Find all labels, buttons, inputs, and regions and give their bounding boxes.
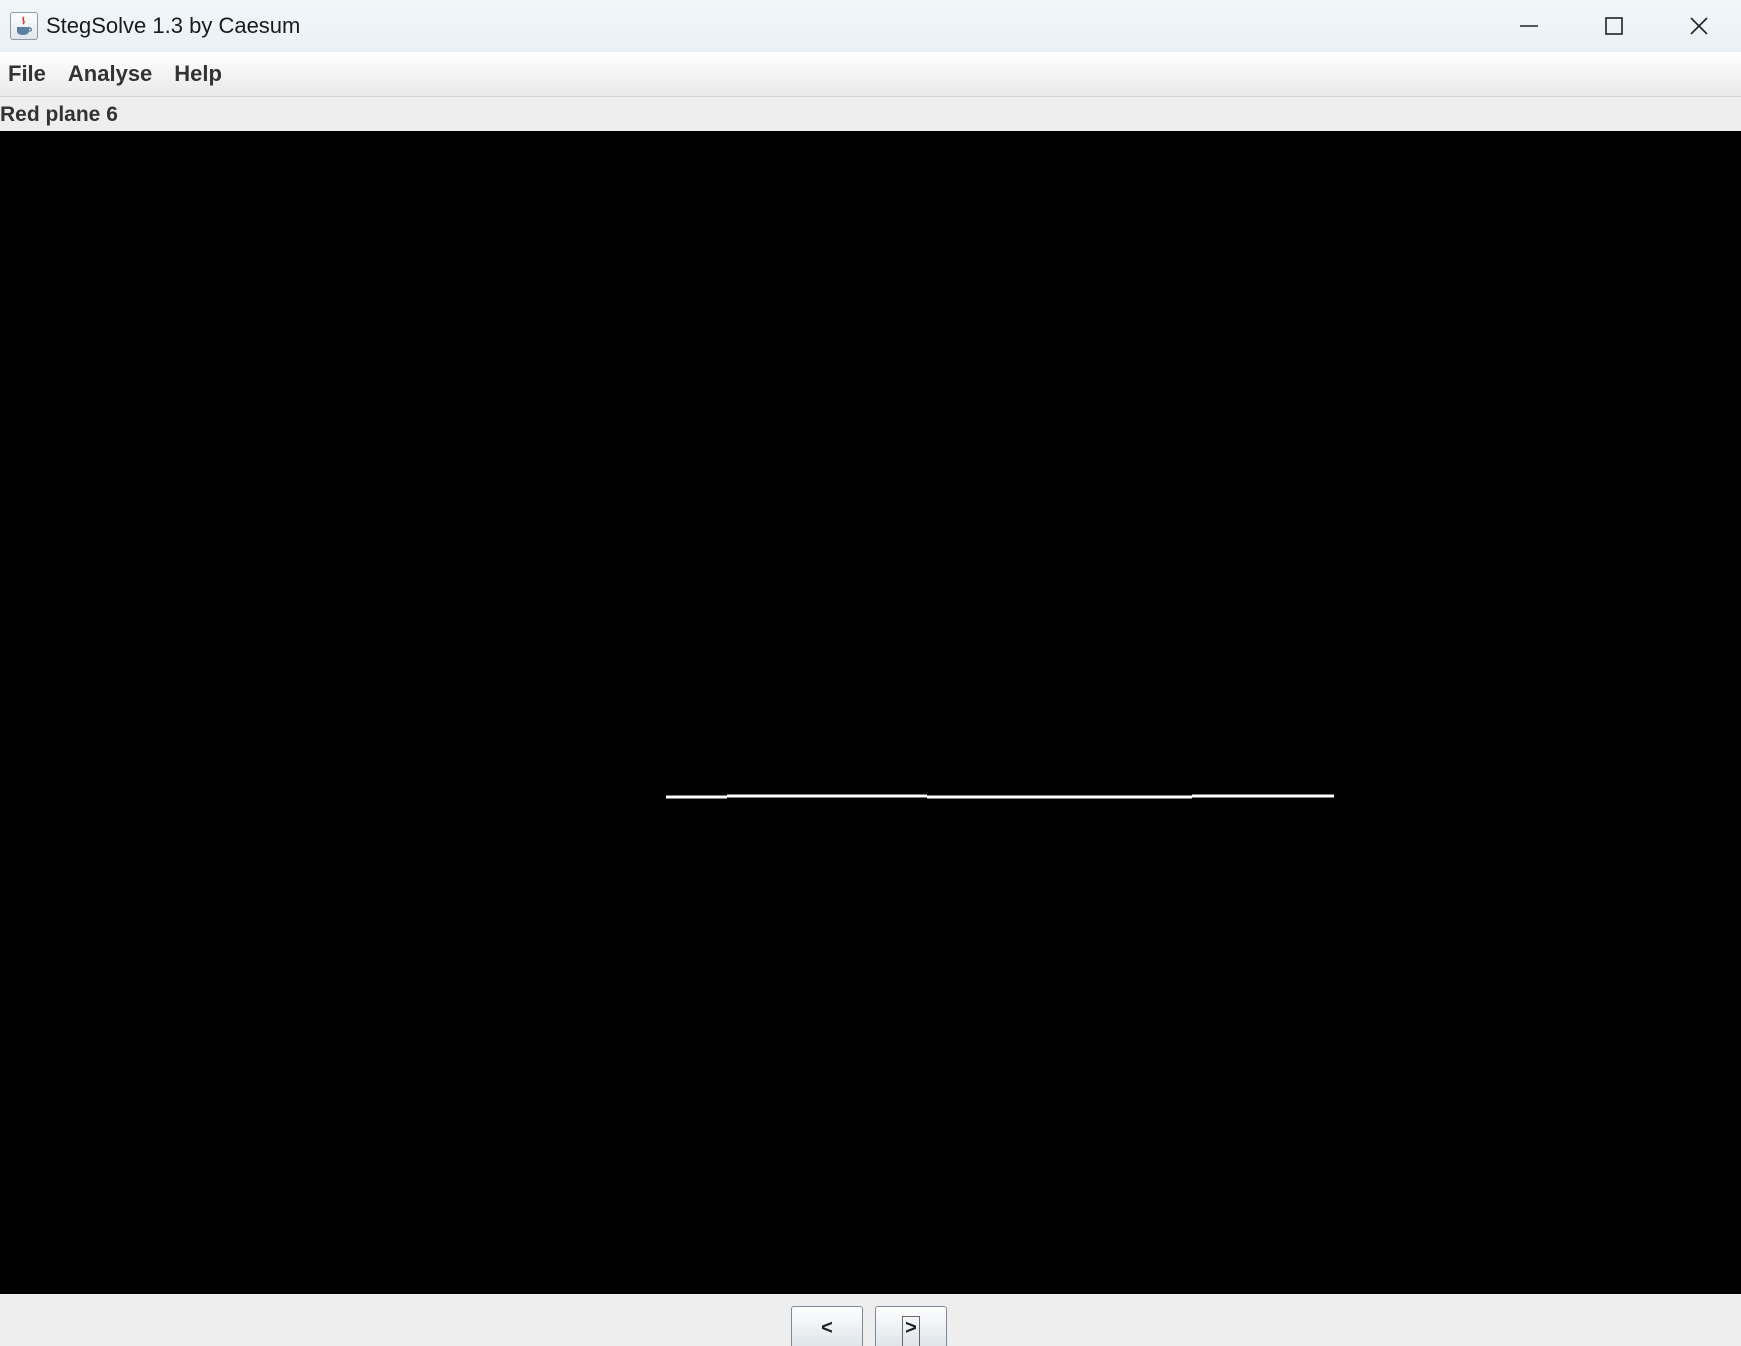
next-label: > — [902, 1316, 920, 1346]
minimize-button[interactable] — [1486, 0, 1571, 52]
menu-bar: File Analyse Help — [0, 52, 1741, 97]
bit-plane-image — [666, 794, 1334, 799]
plane-label: Red plane 6 — [0, 103, 118, 126]
window-title: StegSolve 1.3 by Caesum — [46, 13, 301, 38]
menu-help[interactable]: Help — [163, 52, 233, 96]
next-plane-button[interactable]: > — [875, 1306, 947, 1346]
java-app-icon — [10, 12, 38, 40]
navigation-bar: < > — [0, 1294, 1741, 1346]
close-icon — [1689, 17, 1708, 35]
image-canvas — [0, 131, 1741, 1294]
maximize-button[interactable] — [1571, 0, 1656, 52]
previous-plane-button[interactable]: < — [791, 1306, 863, 1346]
maximize-icon — [1604, 17, 1623, 35]
stegsolve-window: StegSolve 1.3 by Caesum File Analyse Hel… — [0, 0, 1741, 1346]
previous-label: < — [821, 1317, 833, 1339]
title-bar[interactable]: StegSolve 1.3 by Caesum — [0, 0, 1741, 52]
menu-file[interactable]: File — [0, 52, 57, 96]
menu-analyse[interactable]: Analyse — [57, 52, 163, 96]
close-button[interactable] — [1656, 0, 1741, 52]
minimize-icon — [1519, 25, 1538, 27]
